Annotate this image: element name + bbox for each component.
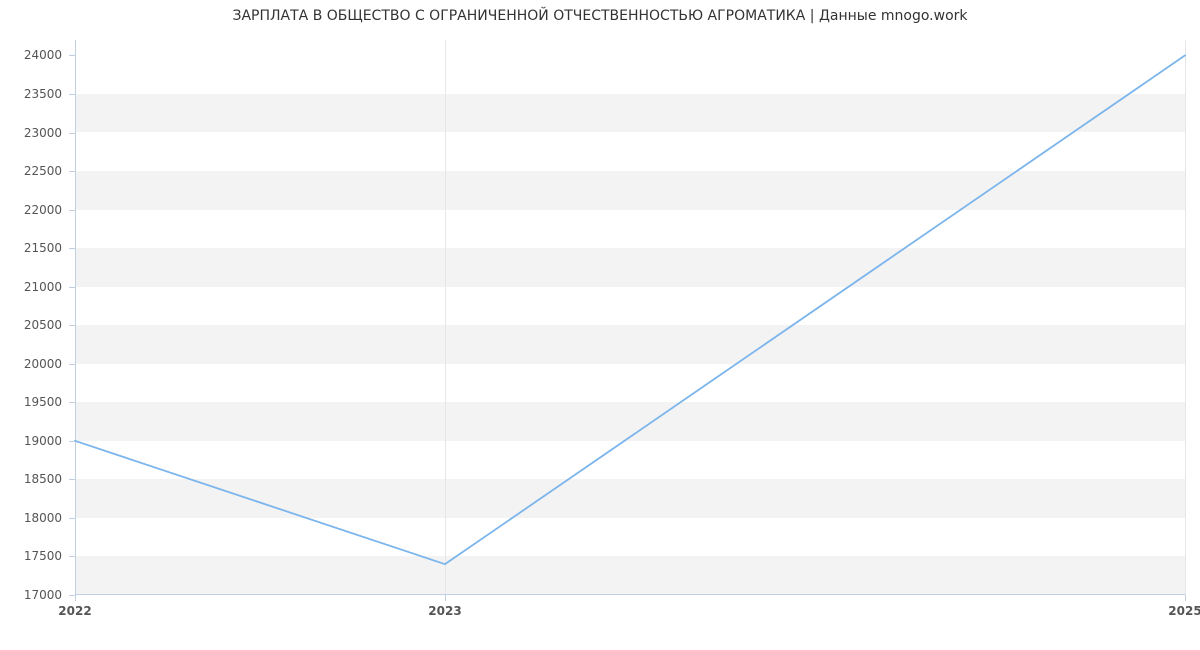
- y-tick-label: 18000: [24, 511, 62, 525]
- chart-title: ЗАРПЛАТА В ОБЩЕСТВО С ОГРАНИЧЕННОЙ ОТЧЕС…: [0, 8, 1200, 24]
- y-tick-label: 20000: [24, 357, 62, 371]
- y-tick-label: 21000: [24, 280, 62, 294]
- y-tick-label: 24000: [24, 48, 62, 62]
- x-gridline: [1185, 40, 1186, 595]
- y-tick-label: 19000: [24, 434, 62, 448]
- plot-area: [75, 40, 1185, 595]
- series-line: [75, 55, 1185, 564]
- y-tick-label: 19500: [24, 395, 62, 409]
- y-tick-label: 23000: [24, 126, 62, 140]
- y-tick-label: 18500: [24, 472, 62, 486]
- x-tick-label: 2023: [428, 604, 461, 618]
- y-tick-label: 23500: [24, 87, 62, 101]
- x-axis-labels: 202220232025: [75, 600, 1185, 630]
- y-tick-label: 17500: [24, 549, 62, 563]
- x-tick-label: 2025: [1168, 604, 1200, 618]
- chart-container: ЗАРПЛАТА В ОБЩЕСТВО С ОГРАНИЧЕННОЙ ОТЧЕС…: [0, 0, 1200, 650]
- y-tick-label: 22500: [24, 164, 62, 178]
- x-tick-label: 2022: [58, 604, 91, 618]
- y-axis-labels: 1700017500180001850019000195002000020500…: [0, 40, 70, 595]
- y-tick-label: 17000: [24, 588, 62, 602]
- x-tick: [1185, 595, 1186, 601]
- y-tick-label: 20500: [24, 318, 62, 332]
- y-tick-label: 21500: [24, 241, 62, 255]
- line-layer: [75, 40, 1185, 595]
- y-tick-label: 22000: [24, 203, 62, 217]
